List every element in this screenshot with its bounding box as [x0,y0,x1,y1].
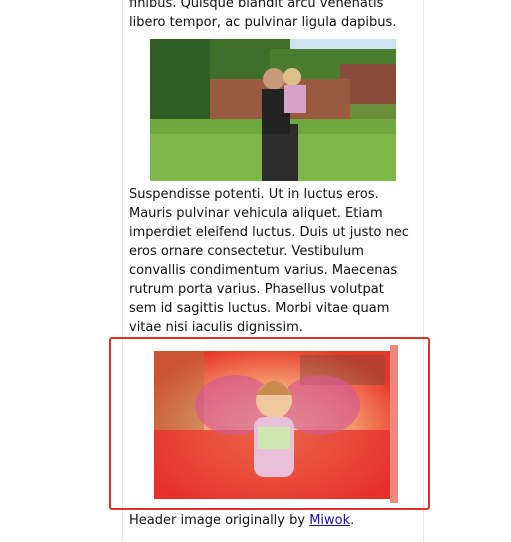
paragraph-top: finibus. Quisque blandit arcu venenatis … [129,0,397,30]
caption-text: Header image originally by [129,513,310,528]
caption-period: . [350,513,355,528]
image-caption: Header image originally by Miwok. [129,511,412,530]
fairy-costume-photo [150,345,398,503]
column-left-border [122,0,123,542]
column-right-border [423,0,424,542]
miwok-link[interactable]: Miwok [309,513,350,528]
paragraph-middle: Suspendisse potenti. Ut in luctus eros. … [129,187,409,335]
garden-photo [150,39,396,181]
